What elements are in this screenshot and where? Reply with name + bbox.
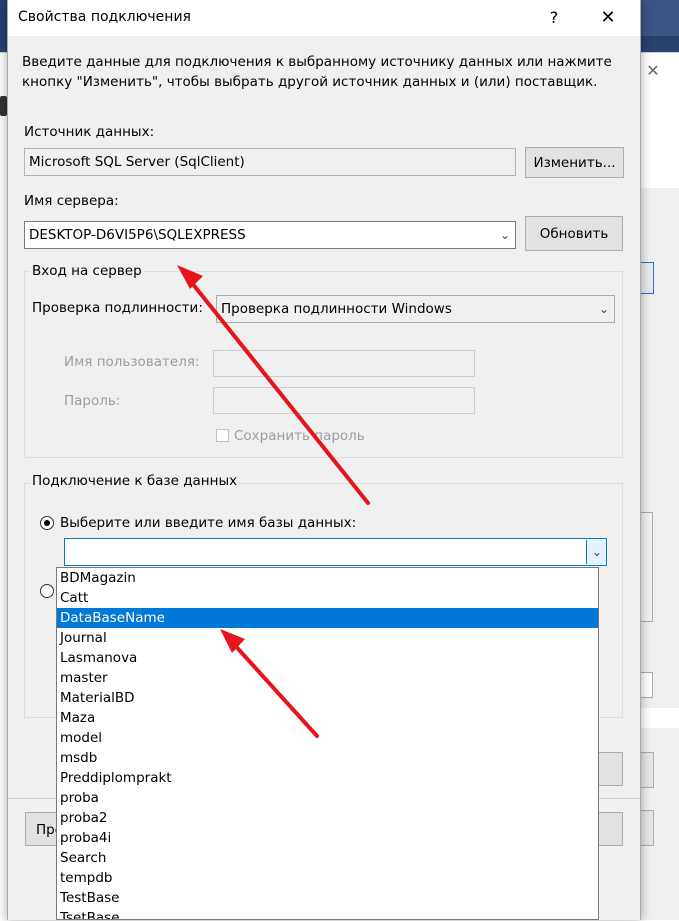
- login-group-legend: Вход на сервер: [30, 263, 144, 279]
- database-option[interactable]: Maza: [57, 708, 598, 728]
- database-option[interactable]: TsetBase: [57, 908, 598, 919]
- attach-db-radio[interactable]: [40, 584, 54, 598]
- database-option[interactable]: model: [57, 728, 598, 748]
- select-db-radio-label: Выберите или введите имя базы данных:: [60, 515, 357, 531]
- radio-selected-dot: [44, 520, 50, 526]
- database-option[interactable]: DataBaseName: [57, 608, 598, 628]
- username-label: Имя пользователя:: [64, 354, 200, 370]
- auth-combobox[interactable]: Проверка подлинности Windows: [216, 295, 615, 323]
- database-option[interactable]: Search: [57, 848, 598, 868]
- password-input: [213, 387, 475, 414]
- database-option[interactable]: master: [57, 668, 598, 688]
- database-option[interactable]: MaterialBD: [57, 688, 598, 708]
- server-name-label: Имя сервера:: [24, 193, 119, 209]
- background-close-icon[interactable]: ✕: [644, 62, 662, 80]
- close-icon[interactable]: ✕: [596, 6, 620, 30]
- chevron-down-icon[interactable]: ⌄: [595, 300, 613, 318]
- server-name-combobox[interactable]: DESKTOP-D6VI5P6\SQLEXPRESS: [24, 221, 516, 249]
- database-option[interactable]: TestBase: [57, 888, 598, 908]
- auth-label: Проверка подлинности:: [32, 300, 203, 316]
- dialog-title: Свойства подключения: [18, 9, 191, 25]
- database-name-combobox[interactable]: [64, 538, 607, 566]
- auth-value: Проверка подлинности Windows: [221, 301, 452, 317]
- database-option[interactable]: Journal: [57, 628, 598, 648]
- database-option[interactable]: proba2: [57, 808, 598, 828]
- background-field-edge: [640, 672, 653, 698]
- background-button-edge[interactable]: [640, 262, 654, 294]
- database-option[interactable]: Preddiplomprakt: [57, 768, 598, 788]
- title-bar: Свойства подключения ? ✕: [8, 0, 640, 36]
- database-option[interactable]: proba4i: [57, 828, 598, 848]
- data-source-label: Источник данных:: [24, 124, 155, 140]
- database-option[interactable]: Catt: [57, 588, 598, 608]
- username-input: [213, 350, 475, 377]
- help-icon[interactable]: ?: [544, 6, 564, 30]
- database-option[interactable]: tempdb: [57, 868, 598, 888]
- database-option[interactable]: proba: [57, 788, 598, 808]
- select-db-radio[interactable]: [40, 516, 54, 530]
- database-option[interactable]: Lasmanova: [57, 648, 598, 668]
- dialog-description: Введите данные для подключения к выбранн…: [22, 54, 612, 90]
- save-password-label: Сохранить пароль: [234, 428, 365, 444]
- database-dropdown-list[interactable]: BDMagazin Catt DataBaseName Journal Lasmanov…: [56, 567, 599, 920]
- dropdown-button[interactable]: ⌄: [586, 540, 606, 564]
- database-option[interactable]: msdb: [57, 748, 598, 768]
- chevron-down-icon[interactable]: ⌄: [496, 226, 514, 244]
- password-label: Пароль:: [64, 393, 121, 409]
- server-name-value: DESKTOP-D6VI5P6\SQLEXPRESS: [29, 227, 246, 243]
- chevron-down-icon[interactable]: ⌄: [588, 543, 606, 561]
- save-password-checkbox: [216, 429, 229, 442]
- data-source-field: Microsoft SQL Server (SqlClient): [24, 148, 516, 176]
- database-group-legend: Подключение к базе данных: [30, 473, 240, 489]
- background-listbox-edge: [640, 512, 653, 622]
- change-button[interactable]: Изменить...: [525, 147, 624, 178]
- background-window-strip: [640, 0, 679, 36]
- database-option[interactable]: BDMagazin: [57, 568, 598, 588]
- background-icon: [0, 96, 7, 116]
- refresh-button[interactable]: Обновить: [525, 216, 623, 251]
